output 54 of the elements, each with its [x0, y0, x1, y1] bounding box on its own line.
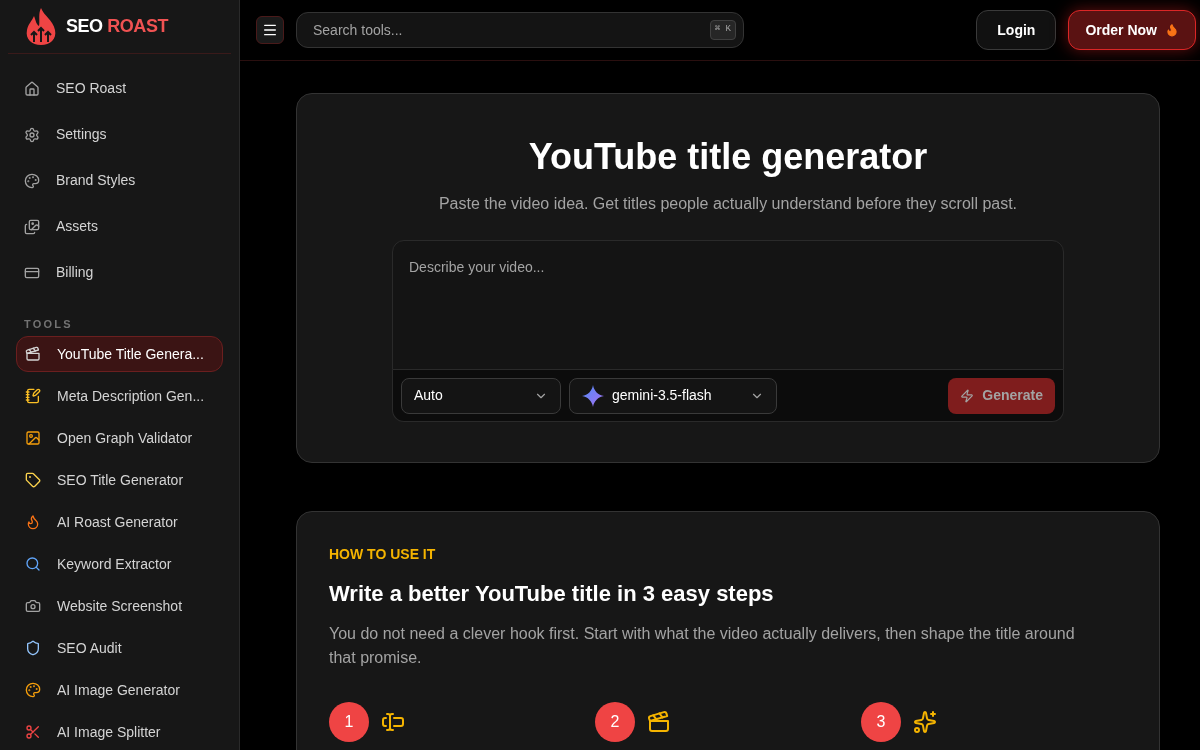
page-subtitle: Paste the video idea. Get titles people actually understand before they scroll past. [438, 194, 1018, 214]
palette-icon [24, 172, 40, 189]
lightning-icon [960, 388, 975, 403]
menu-button[interactable] [256, 16, 284, 44]
sparkles-icon [913, 710, 937, 734]
step-number: 3 [861, 702, 901, 742]
camera-icon [25, 598, 41, 614]
sidebar-item[interactable]: SEO Roast [16, 65, 223, 112]
flame-icon [25, 514, 41, 530]
mode-dropdown[interactable]: Auto [401, 377, 561, 414]
eyebrow-label: HOW TO USE IT [329, 545, 437, 564]
model-dropdown[interactable]: gemini-3.5-flash [569, 377, 777, 414]
section-heading: TOOLS [23, 316, 74, 332]
brand-name: SEO ROAST [66, 14, 168, 38]
tool-item[interactable]: Website Screenshot [16, 588, 223, 624]
flame-icon [1165, 23, 1179, 37]
video-description-field[interactable]: Describe your video... [392, 240, 1064, 370]
order-button[interactable]: Order Now [1068, 10, 1196, 50]
tool-item[interactable]: AI Image Generator [16, 672, 223, 708]
home-icon [24, 80, 40, 97]
shortcut-key: ⌘ K [709, 20, 736, 40]
text-cursor-icon [381, 710, 405, 734]
tool-item[interactable]: Open Graph Validator [16, 420, 223, 456]
clapperboard-icon [25, 346, 41, 362]
settings-icon [24, 126, 40, 143]
tool-item[interactable]: YouTube Title Genera... [16, 336, 223, 372]
tag-icon [25, 472, 41, 488]
flame-logo-icon [24, 6, 58, 47]
scissors-icon [25, 724, 41, 740]
four-point-star-icon [582, 384, 604, 407]
step-number: 2 [595, 702, 635, 742]
sidebar-item[interactable]: Brand Styles [16, 157, 223, 204]
notepad-icon [25, 388, 41, 404]
tool-item[interactable]: SEO Title Generator [16, 462, 223, 498]
tool-item[interactable]: AI Roast Generator [16, 504, 223, 540]
images-icon [24, 218, 40, 235]
page-title: YouTube title generator [528, 135, 928, 179]
tool-item[interactable]: AI Image Splitter [16, 714, 223, 750]
menu-icon [262, 22, 278, 38]
login-button[interactable]: Login [976, 10, 1057, 50]
sidebar-item[interactable]: Settings [16, 111, 223, 158]
step-number: 1 [329, 702, 369, 742]
section-description: You do not need a clever hook first. Start with what the video actually delivers, then shape the title around that promise. [329, 624, 1076, 668]
palette-icon [25, 682, 41, 698]
tool-item[interactable]: Meta Description Gen... [16, 378, 223, 414]
clapperboard-icon [647, 710, 671, 734]
section-title: Write a better YouTube title in 3 easy steps [329, 580, 775, 608]
shield-icon [25, 640, 41, 656]
magnifier-icon [25, 556, 41, 572]
tool-item[interactable]: Keyword Extractor [16, 546, 223, 582]
framed-picture-icon [25, 430, 41, 446]
tool-item[interactable]: SEO Audit [16, 630, 223, 666]
sidebar-item[interactable]: Billing [16, 249, 223, 296]
sidebar-item[interactable]: Assets [16, 203, 223, 250]
